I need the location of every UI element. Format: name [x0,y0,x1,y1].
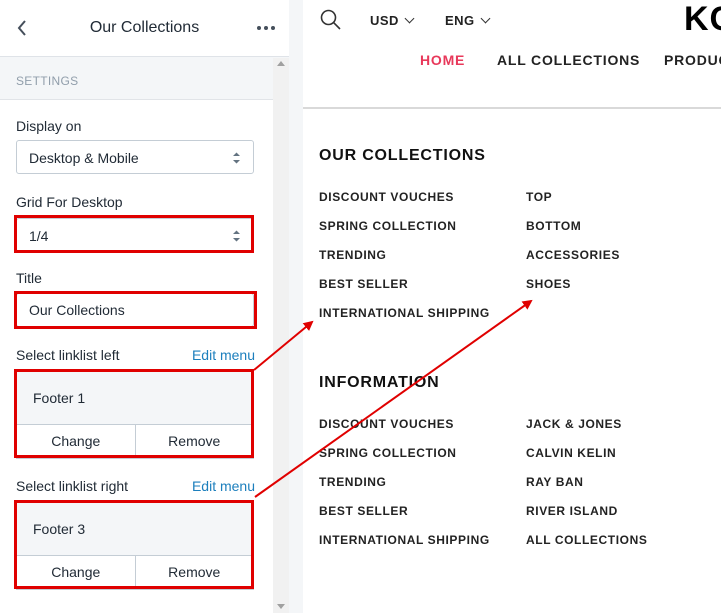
chevron-down-icon [404,13,415,24]
store-preview: USD ENG KC HOME ALL COLLECTIONS PRODUC O… [303,0,721,613]
list-item[interactable]: BEST SELLER [319,504,490,533]
display-on-select[interactable]: Desktop & Mobile [16,140,254,174]
edit-menu-link[interactable]: Edit menu [192,478,255,494]
nav-products[interactable]: PRODUC [664,52,721,68]
linklist-left-label: Select linklist left [16,347,120,363]
panel-header: Our Collections [0,0,289,57]
grid-value: 1/4 [29,228,49,244]
list-item[interactable]: SPRING COLLECTION [319,219,490,248]
list-item[interactable]: TRENDING [319,248,490,277]
information-left-list: DISCOUNT VOUCHES SPRING COLLECTION TREND… [319,417,490,562]
title-label: Title [16,270,42,286]
information-right-list: JACK & JONES CALVIN KELIN RAY BAN RIVER … [526,417,647,562]
settings-panel: Our Collections SETTINGS Display on Desk… [0,0,289,613]
list-item[interactable]: ALL COLLECTIONS [526,533,647,562]
information-heading: INFORMATION [319,374,440,391]
list-item[interactable]: BOTTOM [526,219,620,248]
list-item[interactable]: ACCESSORIES [526,248,620,277]
display-on-label: Display on [16,118,82,134]
list-item[interactable]: DISCOUNT VOUCHES [319,417,490,446]
search-icon[interactable] [319,8,343,32]
section-label: SETTINGS [16,74,79,88]
remove-button[interactable]: Remove [134,425,254,458]
linklist-right-label: Select linklist right [16,478,129,494]
list-item[interactable]: CALVIN KELIN [526,446,647,475]
list-item[interactable]: SHOES [526,277,620,306]
grid-label: Grid For Desktop [16,194,123,210]
panel-title: Our Collections [89,19,200,36]
scroll-down-icon[interactable] [277,604,285,609]
edit-menu-link[interactable]: Edit menu [192,347,255,363]
collections-right-list: TOP BOTTOM ACCESSORIES SHOES [526,190,620,306]
select-arrows-icon [233,230,240,242]
list-item[interactable]: INTERNATIONAL SHIPPING [319,533,490,562]
language-value: ENG [445,13,475,28]
collections-heading: OUR COLLECTIONS [319,147,486,164]
nav-home[interactable]: HOME [420,52,465,68]
settings-body: Display on Desktop & Mobile Grid For Des… [0,100,273,613]
list-item[interactable]: TOP [526,190,620,219]
list-item[interactable]: INTERNATIONAL SHIPPING [319,306,490,335]
list-item[interactable]: RIVER ISLAND [526,504,647,533]
linklist-left-actions: Change Remove [17,424,253,458]
panel-divider [289,0,303,613]
scrollbar[interactable] [273,58,289,613]
chevron-down-icon [480,13,491,24]
change-button[interactable]: Change [17,425,135,458]
collections-left-list: DISCOUNT VOUCHES SPRING COLLECTION TREND… [319,190,490,335]
list-item[interactable]: JACK & JONES [526,417,647,446]
list-item[interactable]: BEST SELLER [319,277,490,306]
list-item[interactable]: SPRING COLLECTION [319,446,490,475]
linklist-right-card: Footer 3 Change Remove [16,502,254,590]
display-on-value: Desktop & Mobile [29,150,139,166]
language-dropdown[interactable]: ENG [445,13,491,28]
back-icon[interactable] [14,17,32,39]
currency-value: USD [370,13,399,28]
list-item[interactable]: DISCOUNT VOUCHES [319,190,490,219]
linklist-left-name: Footer 1 [33,390,86,406]
select-arrows-icon [233,152,240,164]
remove-button[interactable]: Remove [134,556,254,589]
more-icon[interactable] [256,19,276,37]
title-input[interactable] [16,293,254,327]
list-item[interactable]: RAY BAN [526,475,647,504]
currency-dropdown[interactable]: USD [370,13,415,28]
section-header: SETTINGS [0,58,273,100]
header-divider [303,107,721,109]
list-item[interactable]: TRENDING [319,475,490,504]
linklist-right-name: Footer 3 [33,521,86,537]
linklist-right-actions: Change Remove [17,555,253,589]
nav-all-collections[interactable]: ALL COLLECTIONS [497,52,640,68]
change-button[interactable]: Change [17,556,135,589]
scroll-up-icon[interactable] [277,61,285,66]
linklist-left-card: Footer 1 Change Remove [16,371,254,459]
store-logo[interactable]: KC [684,0,721,39]
grid-select[interactable]: 1/4 [16,218,254,252]
